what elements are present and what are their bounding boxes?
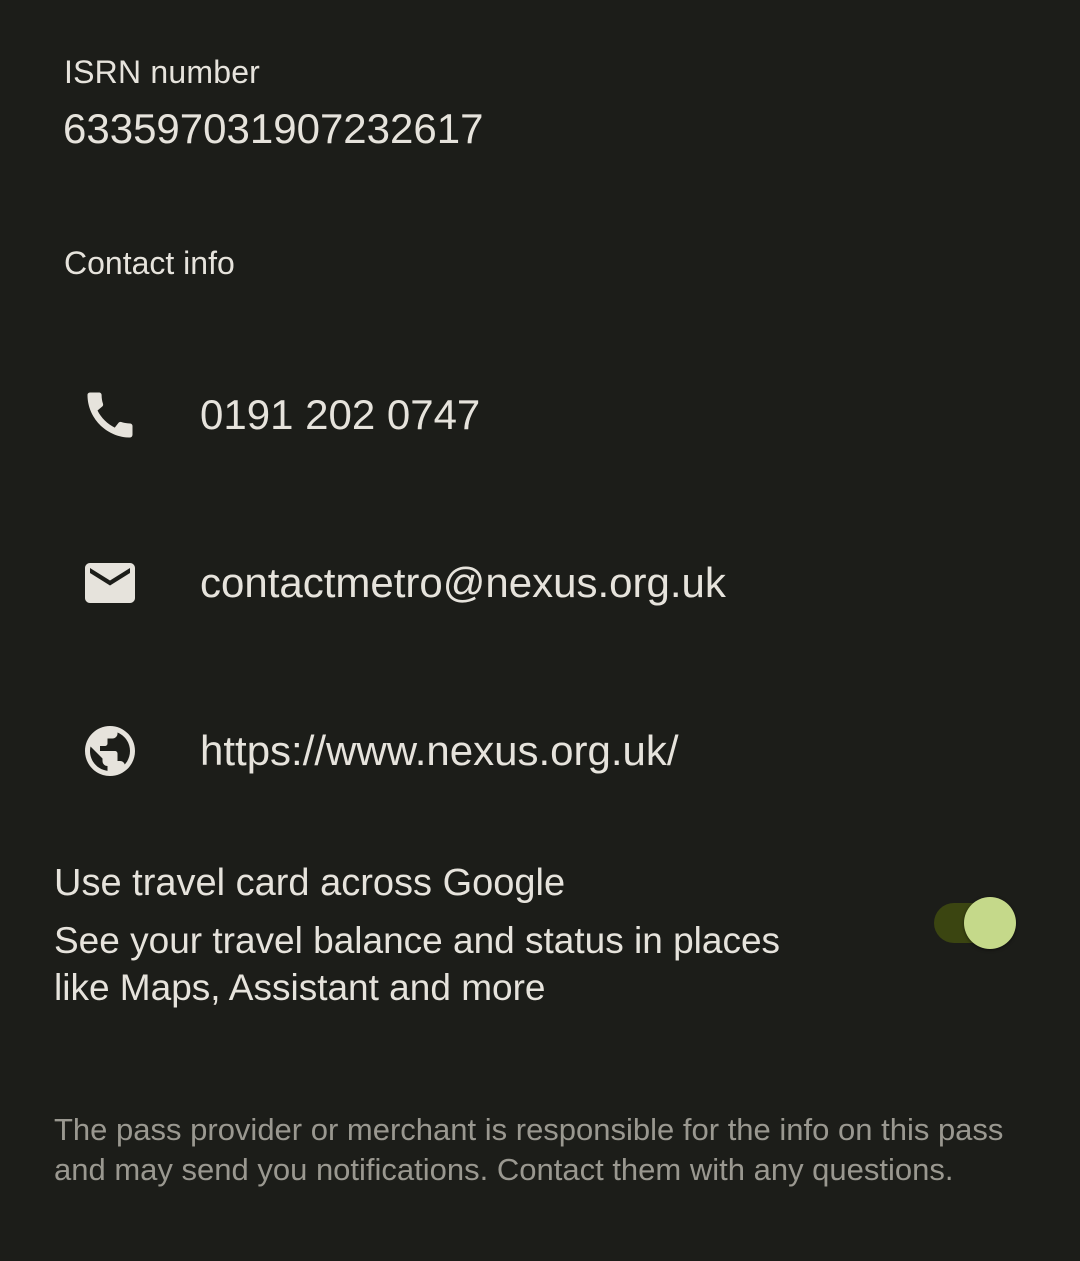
toggle-description: See your travel balance and status in pl…	[54, 920, 781, 1008]
isrn-label: ISRN number	[64, 54, 261, 90]
contact-phone-text: 0191 202 0747	[200, 391, 481, 438]
contact-row-email[interactable]: contactmetro@nexus.org.uk	[0, 523, 1080, 643]
switch-thumb	[964, 897, 1016, 949]
email-icon	[80, 553, 140, 613]
contact-row-website[interactable]: https://www.nexus.org.uk/	[0, 691, 1080, 811]
globe-icon	[80, 721, 140, 781]
contact-email-text: contactmetro@nexus.org.uk	[200, 559, 726, 606]
provider-disclaimer: The pass provider or merchant is respons…	[54, 1112, 1004, 1187]
travel-card-switch[interactable]	[934, 897, 1016, 949]
travel-card-toggle-row[interactable]: Use travel card across Google See your t…	[0, 855, 1080, 1015]
contact-row-phone[interactable]: 0191 202 0747	[0, 355, 1080, 475]
toggle-title: Use travel card across Google	[54, 862, 566, 904]
phone-icon	[80, 385, 140, 445]
contact-website-text: https://www.nexus.org.uk/	[200, 727, 679, 774]
isrn-value: 633597031907232617	[63, 105, 484, 152]
contact-info-title: Contact info	[64, 245, 235, 281]
